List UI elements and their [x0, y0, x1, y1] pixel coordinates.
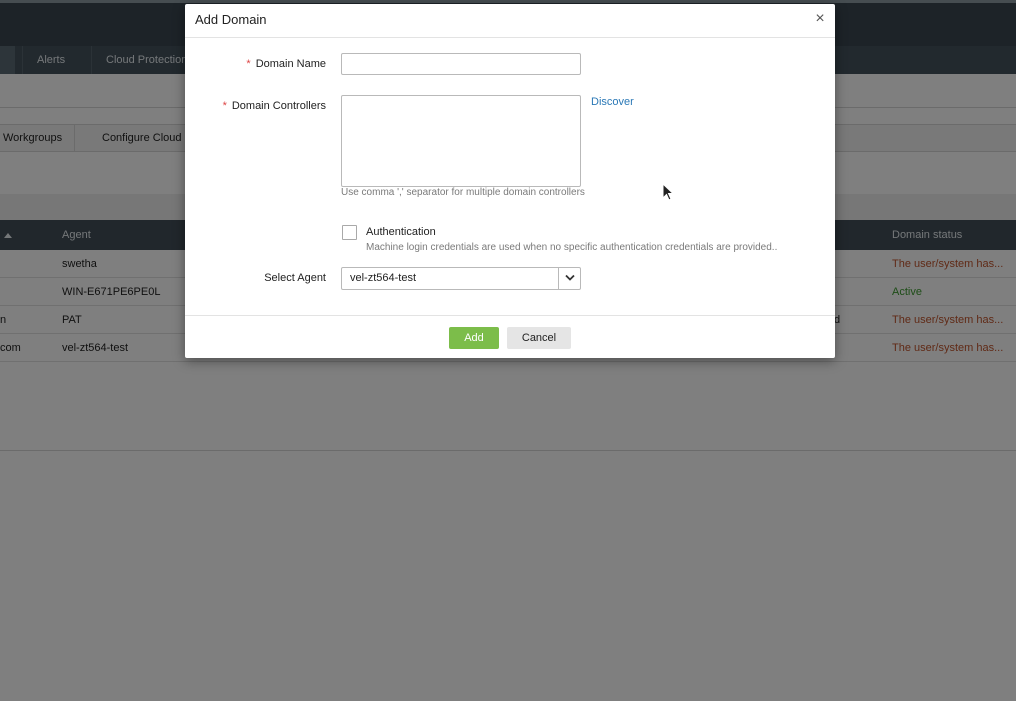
add-domain-dialog: Add Domain × * Domain Name * Domain Contro…: [185, 4, 835, 358]
domain-name-label-text: Domain Name: [255, 58, 326, 70]
discover-link[interactable]: Discover: [591, 96, 634, 108]
chevron-down-icon[interactable]: [558, 268, 580, 289]
select-agent-value: vel-zt564-test: [350, 272, 417, 284]
domain-controllers-label-text: Domain Controllers: [231, 100, 326, 112]
close-icon[interactable]: ×: [813, 11, 827, 27]
authentication-checkbox[interactable]: [342, 225, 357, 240]
authentication-hint: Machine login credentials are used when …: [366, 242, 778, 253]
domain-controllers-label: * Domain Controllers: [223, 100, 326, 112]
domain-name-label: * Domain Name: [246, 58, 326, 70]
add-button[interactable]: Add: [449, 327, 499, 349]
authentication-label: Authentication: [366, 226, 436, 238]
select-agent-dropdown[interactable]: vel-zt564-test: [341, 267, 581, 290]
dialog-footer: Add Cancel: [185, 315, 835, 358]
required-marker: *: [246, 58, 251, 70]
domain-name-input[interactable]: [341, 53, 581, 75]
required-marker: *: [222, 100, 227, 112]
domain-controllers-hint: Use comma ',' separator for multiple dom…: [341, 187, 585, 198]
cancel-button[interactable]: Cancel: [507, 327, 571, 349]
select-agent-label: Select Agent: [264, 272, 326, 284]
dialog-header: Add Domain ×: [185, 4, 835, 38]
domain-controllers-textarea[interactable]: [341, 95, 581, 187]
mouse-pointer-icon: [662, 182, 675, 204]
dialog-title: Add Domain: [195, 12, 267, 27]
